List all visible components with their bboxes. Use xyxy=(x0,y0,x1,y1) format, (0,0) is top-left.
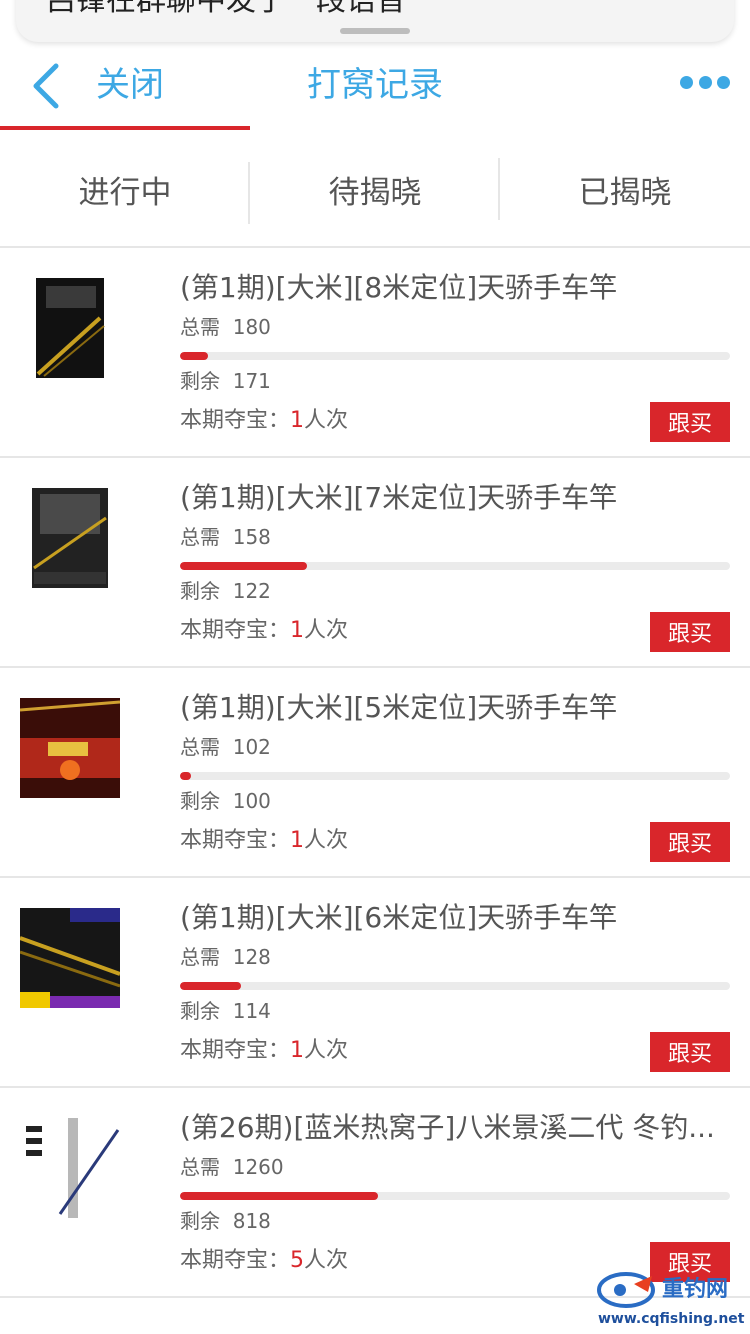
remaining-count: 剩余 818 xyxy=(180,1209,271,1233)
notification-text: 吕锋在群聊中发了一段语音 xyxy=(46,0,406,18)
item-title: (第1期)[大米][8米定位]天骄手车竿 xyxy=(180,271,618,304)
remaining-count: 剩余 122 xyxy=(180,579,271,603)
total-required: 总需 180 xyxy=(180,315,271,339)
progress-bar xyxy=(180,772,730,780)
item-title: (第1期)[大米][7米定位]天骄手车竿 xyxy=(180,481,618,514)
nav-header: 关闭 打窝记录 xyxy=(0,42,750,132)
tab-revealed[interactable]: 已揭晓 xyxy=(500,132,750,246)
product-image[interactable] xyxy=(20,908,120,1008)
entries-count: 本期夺宝：1人次 xyxy=(180,828,349,853)
entries-count: 本期夺宝：1人次 xyxy=(180,408,349,433)
remaining-count: 剩余 100 xyxy=(180,789,271,813)
watermark-name: 重钓网 xyxy=(662,1277,729,1302)
page-title: 打窝记录 xyxy=(307,65,443,105)
list-item[interactable]: (第1期)[大米][8米定位]天骄手车竿 总需 180 剩余 171 本期夺宝：… xyxy=(0,248,750,458)
notification-banner[interactable]: 吕锋在群聊中发了一段语音 xyxy=(16,0,734,42)
total-required: 总需 158 xyxy=(180,525,271,549)
total-required: 总需 102 xyxy=(180,735,271,759)
follow-buy-button[interactable]: 跟买 xyxy=(650,612,730,652)
list-item[interactable]: (第26期)[蓝米热窝子]八米景溪二代 冬钓... 总需 1260 剩余 818… xyxy=(0,1088,750,1298)
remaining-count: 剩余 171 xyxy=(180,369,271,393)
item-title: (第1期)[大米][5米定位]天骄手车竿 xyxy=(180,691,618,724)
total-required: 总需 128 xyxy=(180,945,271,969)
list-item[interactable]: (第1期)[大米][6米定位]天骄手车竿 总需 128 剩余 114 本期夺宝：… xyxy=(0,878,750,1088)
product-image[interactable] xyxy=(20,698,120,798)
progress-bar xyxy=(180,1192,730,1200)
list-item[interactable]: (第1期)[大米][5米定位]天骄手车竿 总需 102 剩余 100 本期夺宝：… xyxy=(0,668,750,878)
list-item[interactable]: (第1期)[大米][7米定位]天骄手车竿 总需 158 剩余 122 本期夺宝：… xyxy=(0,458,750,668)
progress-bar xyxy=(180,562,730,570)
entries-count: 本期夺宝：1人次 xyxy=(180,1038,349,1063)
product-image[interactable] xyxy=(20,488,120,588)
product-image[interactable] xyxy=(20,278,120,378)
item-title: (第26期)[蓝米热窝子]八米景溪二代 冬钓... xyxy=(180,1111,715,1144)
total-required: 总需 1260 xyxy=(180,1155,284,1179)
entries-count: 本期夺宝：1人次 xyxy=(180,618,349,643)
notification-handle[interactable] xyxy=(340,28,410,34)
header-active-indicator xyxy=(0,126,250,130)
remaining-count: 剩余 114 xyxy=(180,999,271,1023)
status-tabs: 进行中 待揭晓 已揭晓 xyxy=(0,132,750,248)
follow-buy-button[interactable]: 跟买 xyxy=(650,822,730,862)
record-list: (第1期)[大米][8米定位]天骄手车竿 总需 180 剩余 171 本期夺宝：… xyxy=(0,248,750,1298)
item-title: (第1期)[大米][6米定位]天骄手车竿 xyxy=(180,901,618,934)
watermark-url: www.cqfishing.net xyxy=(598,1311,745,1327)
follow-buy-button[interactable]: 跟买 xyxy=(650,402,730,442)
product-image[interactable] xyxy=(20,1118,120,1218)
fish-logo-icon xyxy=(597,1272,655,1308)
progress-bar xyxy=(180,982,730,990)
tab-in-progress[interactable]: 进行中 xyxy=(0,132,250,246)
follow-buy-button[interactable]: 跟买 xyxy=(650,1032,730,1072)
entries-count: 本期夺宝：5人次 xyxy=(180,1248,349,1273)
more-icon[interactable] xyxy=(680,76,730,90)
site-watermark: 重钓网 www.cqfishing.net xyxy=(592,1270,748,1330)
tab-pending[interactable]: 待揭晓 xyxy=(250,132,500,246)
progress-bar xyxy=(180,352,730,360)
